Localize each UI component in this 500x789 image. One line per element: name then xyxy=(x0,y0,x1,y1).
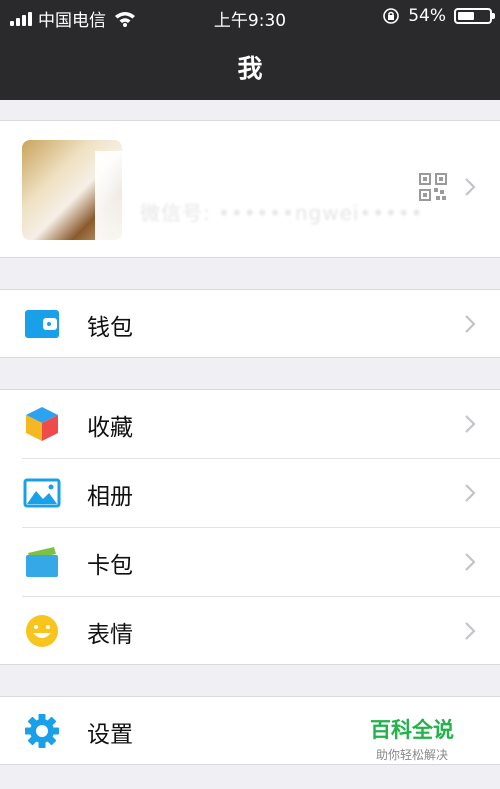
smile-icon xyxy=(26,615,58,647)
wallet-icon xyxy=(25,310,59,338)
watermark-title: 百科全说 xyxy=(370,718,454,742)
gear-icon xyxy=(25,714,59,748)
watermark-logo: 百科全说 助你轻松解决 xyxy=(348,708,476,762)
nav-bar: 我 xyxy=(0,34,500,100)
profile-card[interactable]: 微信号: ••••••ngwei••••• xyxy=(0,120,500,258)
menu-item-stickers[interactable]: 表情 xyxy=(0,597,500,665)
features-section: 收藏 相册 卡包 表情 xyxy=(0,389,500,665)
watermark-subtitle: 助你轻松解决 xyxy=(375,748,448,762)
menu-item-label: 收藏 xyxy=(87,415,133,441)
menu-item-label: 卡包 xyxy=(87,553,133,579)
chevron-right-icon xyxy=(465,415,476,433)
qr-code-icon[interactable] xyxy=(419,173,447,201)
chevron-right-icon xyxy=(465,178,476,196)
rotation-lock-icon xyxy=(383,8,400,24)
chevron-right-icon xyxy=(465,622,476,640)
chevron-right-icon xyxy=(465,315,476,333)
menu-item-cards[interactable]: 卡包 xyxy=(0,528,500,596)
menu-item-label: 表情 xyxy=(87,622,133,648)
menu-item-label: 相册 xyxy=(87,484,133,510)
status-right: 54% xyxy=(382,6,495,26)
menu-item-favorites[interactable]: 收藏 xyxy=(0,390,500,458)
status-bar: 中国电信 上午9:30 54% xyxy=(0,0,500,34)
wallet-section: 钱包 xyxy=(0,289,500,358)
page-title: 我 xyxy=(237,54,263,83)
chevron-right-icon xyxy=(465,484,476,502)
menu-item-label: 钱包 xyxy=(87,315,133,341)
menu-item-wallet[interactable]: 钱包 xyxy=(0,290,500,358)
battery-icon xyxy=(454,8,495,24)
chevron-right-icon xyxy=(465,553,476,571)
menu-item-label: 设置 xyxy=(87,722,133,748)
menu-item-album[interactable]: 相册 xyxy=(0,459,500,527)
privacy-blur-overlay xyxy=(95,151,395,241)
cube-icon xyxy=(26,407,58,441)
blurred-account-id: 微信号: ••••••ngwei••••• xyxy=(140,201,424,225)
photo-icon xyxy=(23,478,61,508)
battery-percent: 54% xyxy=(408,6,446,26)
card-icon xyxy=(26,547,58,577)
